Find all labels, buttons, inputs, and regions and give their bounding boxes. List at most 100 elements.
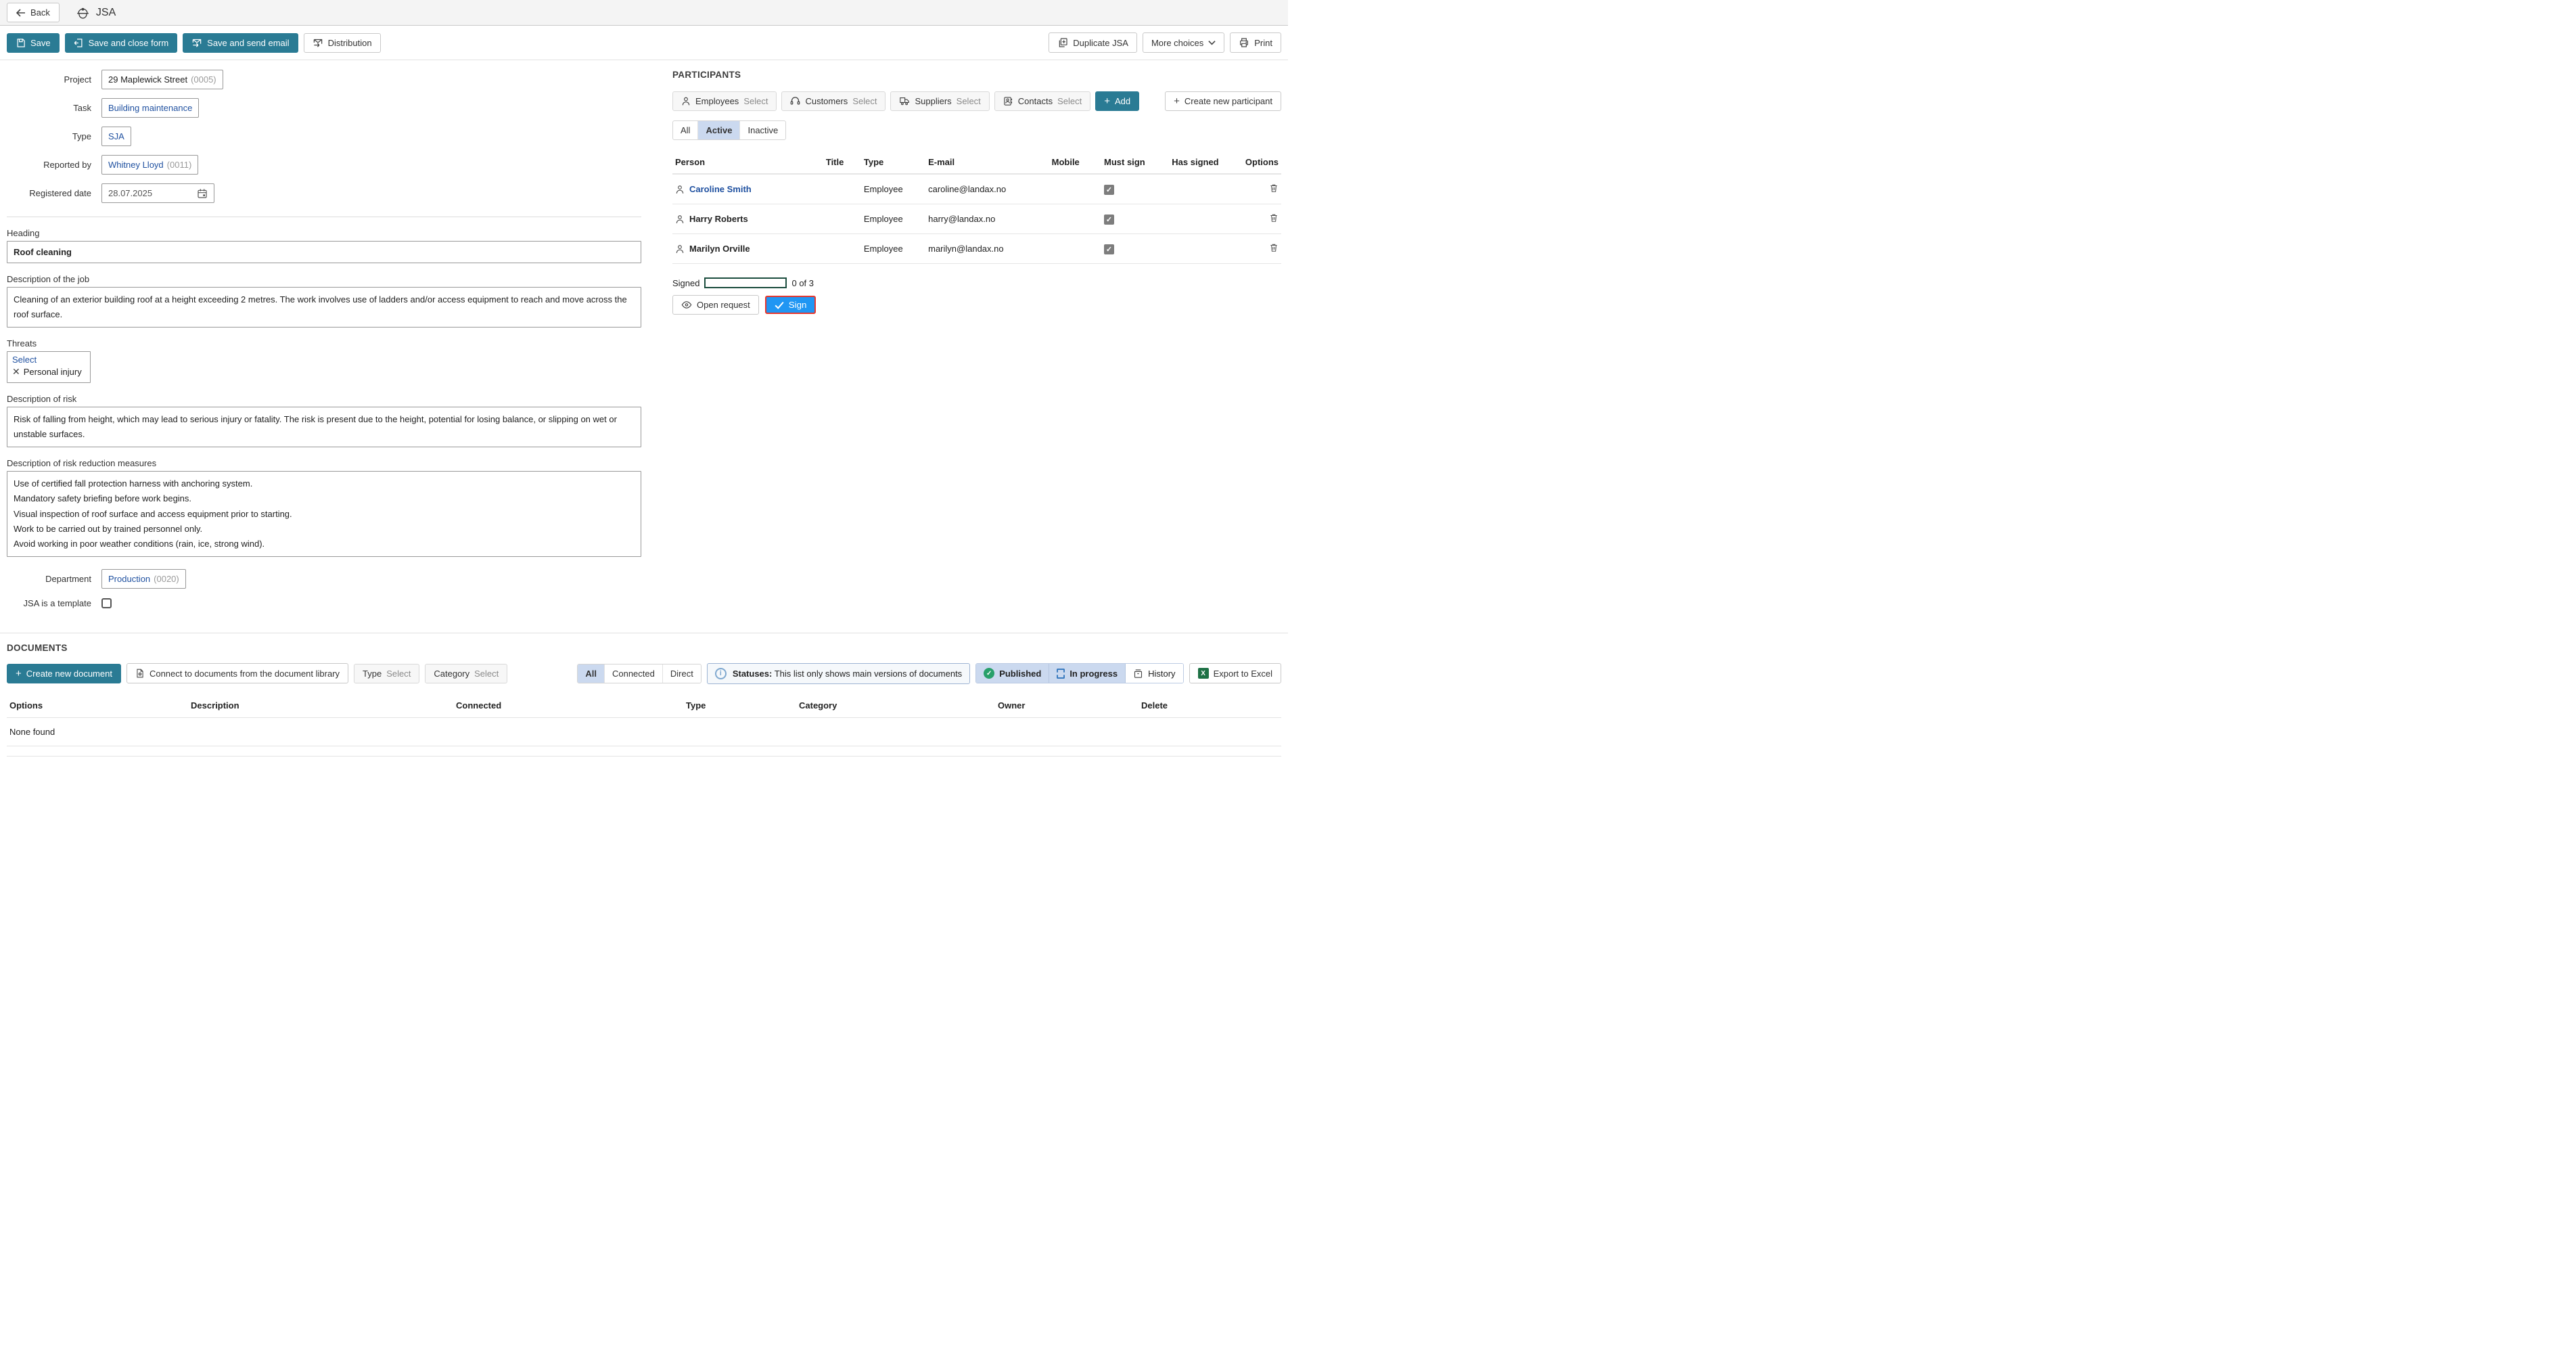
history-button[interactable]: History xyxy=(1126,664,1182,683)
department-value[interactable]: Production xyxy=(108,574,150,584)
threats-select-link[interactable]: Select xyxy=(12,355,82,365)
reported-by-field[interactable]: Whitney Lloyd (0011) xyxy=(101,155,198,175)
contacts-select-button[interactable]: Contacts Select xyxy=(994,91,1090,111)
helmet-icon xyxy=(76,5,90,20)
task-field[interactable]: Building maintenance xyxy=(101,98,199,118)
participant-mobile xyxy=(1049,174,1101,204)
tab-doc-direct[interactable]: Direct xyxy=(663,664,701,683)
threat-chip-label: Personal injury xyxy=(24,367,82,377)
delete-participant-icon[interactable] xyxy=(1269,185,1279,196)
job-description-textarea[interactable]: Cleaning of an exterior building roof at… xyxy=(7,287,641,328)
employees-select-button[interactable]: Employees Select xyxy=(672,91,777,111)
threats-label: Threats xyxy=(7,338,651,348)
must-sign-checkbox[interactable]: ✓ xyxy=(1104,185,1114,195)
tab-inactive[interactable]: Inactive xyxy=(740,121,785,139)
print-button[interactable]: Print xyxy=(1230,32,1281,53)
export-to-excel-button[interactable]: X Export to Excel xyxy=(1189,663,1281,683)
participant-name-link[interactable]: Caroline Smith xyxy=(689,184,752,194)
documents-filter-tabs: All Connected Direct xyxy=(577,664,701,683)
back-button[interactable]: Back xyxy=(7,3,60,22)
must-sign-checkbox[interactable]: ✓ xyxy=(1104,244,1114,254)
task-value[interactable]: Building maintenance xyxy=(108,103,192,113)
documents-spacer-row xyxy=(7,746,1281,756)
must-sign-checkbox[interactable]: ✓ xyxy=(1104,215,1114,225)
save-button[interactable]: Save xyxy=(7,33,60,53)
reported-by-value[interactable]: Whitney Lloyd xyxy=(108,160,164,170)
document-category-label: Category xyxy=(434,669,469,679)
document-category-select-label: Select xyxy=(474,669,499,679)
delete-participant-icon[interactable] xyxy=(1269,215,1279,225)
more-choices-button[interactable]: More choices xyxy=(1143,32,1224,53)
history-archive-icon xyxy=(1133,669,1143,679)
col-doc-delete: Delete xyxy=(1138,694,1281,718)
sign-actions-row: Open request Sign xyxy=(672,295,1281,315)
documents-toolbar: + Create new document Connect to documen… xyxy=(7,663,1281,684)
save-and-send-email-button[interactable]: Save and send email xyxy=(183,33,298,53)
tab-all[interactable]: All xyxy=(673,121,698,139)
participant-has-signed xyxy=(1169,174,1243,204)
excel-icon: X xyxy=(1198,668,1209,679)
registered-date-label: Registered date xyxy=(7,188,101,198)
threats-selector[interactable]: Select ✕ Personal injury xyxy=(7,351,91,383)
toolbar-right-group: Duplicate JSA More choices Print xyxy=(1049,32,1281,53)
reported-by-code: (0011) xyxy=(167,160,192,170)
document-link-icon xyxy=(135,668,145,679)
participant-email: caroline@landax.no xyxy=(925,174,1049,204)
heading-input[interactable]: Roof cleaning xyxy=(7,241,641,263)
duplicate-jsa-button[interactable]: Duplicate JSA xyxy=(1049,32,1137,53)
duplicate-jsa-button-label: Duplicate JSA xyxy=(1073,38,1128,48)
signed-label: Signed xyxy=(672,278,699,288)
department-field[interactable]: Production (0020) xyxy=(101,569,186,589)
delete-participant-icon[interactable] xyxy=(1269,245,1279,255)
add-participant-button[interactable]: + Add xyxy=(1095,91,1139,111)
published-filter-button[interactable]: ✓ Published xyxy=(976,664,1049,683)
template-checkbox[interactable] xyxy=(101,598,112,608)
save-button-label: Save xyxy=(30,38,51,48)
participant-row: Harry Roberts Employee harry@landax.no ✓ xyxy=(672,204,1281,234)
connect-documents-button[interactable]: Connect to documents from the document l… xyxy=(127,663,348,683)
suppliers-select-label: Select xyxy=(957,96,981,106)
statuses-info-box: i Statuses: This list only shows main ve… xyxy=(707,663,970,684)
page-title: JSA xyxy=(96,7,116,19)
contacts-select-label: Select xyxy=(1057,96,1082,106)
distribution-button[interactable]: Distribution xyxy=(304,33,381,53)
calendar-icon[interactable] xyxy=(197,188,208,199)
measures-label: Description of risk reduction measures xyxy=(7,458,651,468)
sign-button[interactable]: Sign xyxy=(765,296,816,314)
risk-description-textarea[interactable]: Risk of falling from height, which may l… xyxy=(7,407,641,447)
customers-select-button[interactable]: Customers Select xyxy=(781,91,886,111)
department-field-row: Department Production (0020) xyxy=(7,569,651,589)
type-value[interactable]: SJA xyxy=(108,131,124,141)
in-progress-filter-button[interactable]: In progress xyxy=(1049,664,1126,683)
save-and-close-button[interactable]: Save and close form xyxy=(65,33,178,53)
tab-active[interactable]: Active xyxy=(698,121,740,139)
open-request-button[interactable]: Open request xyxy=(672,295,759,315)
measures-textarea[interactable]: Use of certified fall protection harness… xyxy=(7,471,641,556)
col-options: Options xyxy=(1243,151,1281,174)
create-new-participant-button[interactable]: + Create new participant xyxy=(1165,91,1281,111)
document-category-select-button[interactable]: Category Select xyxy=(425,664,507,683)
suppliers-select-button[interactable]: Suppliers Select xyxy=(890,91,989,111)
participant-title xyxy=(823,234,861,264)
document-type-select-button[interactable]: Type Select xyxy=(354,664,419,683)
job-description-label: Description of the job xyxy=(7,274,651,284)
participant-email: marilyn@landax.no xyxy=(925,234,1049,264)
create-new-document-button[interactable]: + Create new document xyxy=(7,664,121,683)
template-label: JSA is a template xyxy=(7,598,101,608)
registered-date-field[interactable]: 28.07.2025 xyxy=(101,183,214,203)
tab-doc-connected[interactable]: Connected xyxy=(605,664,663,683)
project-field[interactable]: 29 Maplewick Street (0005) xyxy=(101,70,223,89)
documents-table: Options Description Connected Type Categ… xyxy=(7,694,1281,757)
participant-row: Caroline Smith Employee caroline@landax.… xyxy=(672,174,1281,204)
check-icon xyxy=(775,301,784,309)
participant-row: Marilyn Orville Employee marilyn@landax.… xyxy=(672,234,1281,264)
participant-name[interactable]: Marilyn Orville xyxy=(689,244,750,254)
remove-threat-icon[interactable]: ✕ xyxy=(12,366,20,378)
participant-name[interactable]: Harry Roberts xyxy=(689,214,748,224)
documents-empty-text: None found xyxy=(7,717,1281,746)
employees-select-label: Select xyxy=(743,96,768,106)
tab-doc-all[interactable]: All xyxy=(578,664,605,683)
col-must-sign: Must sign xyxy=(1101,151,1169,174)
participant-email: harry@landax.no xyxy=(925,204,1049,234)
type-field[interactable]: SJA xyxy=(101,127,131,146)
